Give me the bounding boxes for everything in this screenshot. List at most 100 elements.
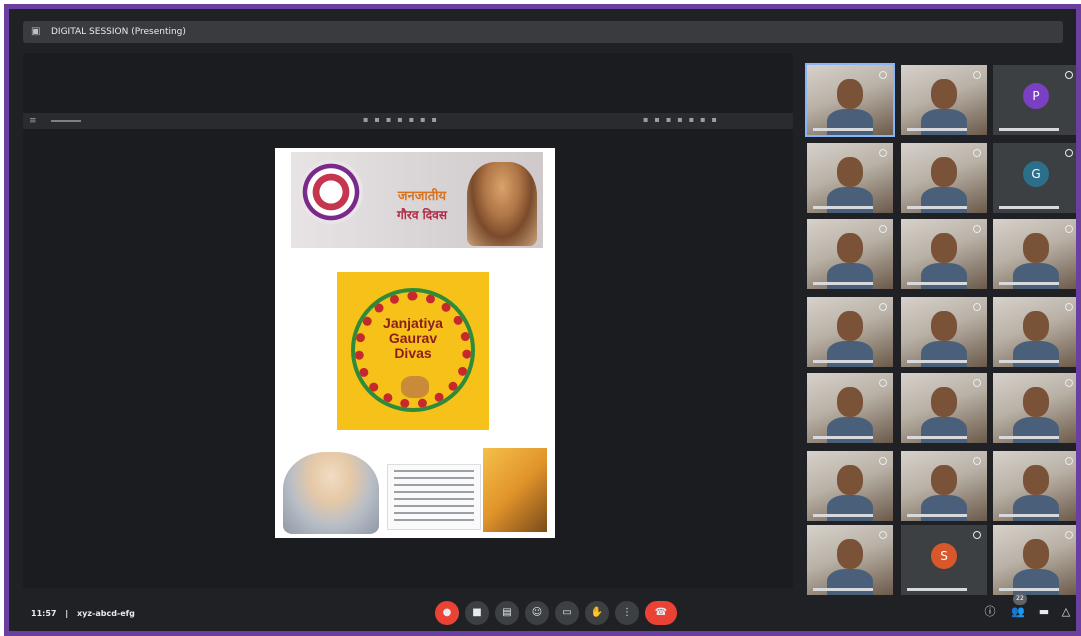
participant-video [1023,465,1049,495]
meeting-window: ▣ DIGITAL SESSION (Presenting) ≡ ▪▪▪▪▪▪▪… [4,4,1081,636]
mic-status-icon [879,379,887,387]
participant-tile[interactable] [807,451,893,521]
poster-line2: Gaurav [388,330,438,346]
participant-tile[interactable] [807,143,893,213]
participant-video [837,465,863,495]
emoji-icon[interactable]: ☺ [525,601,549,625]
participant-name [813,436,873,439]
meeting-details[interactable]: 11:57 | xyz-abcd-efg [31,609,135,618]
participant-tile[interactable] [901,297,987,367]
participant-tile[interactable] [993,219,1076,289]
banner-text: जनजातीय गौरव दिवस [379,186,465,223]
hand-icon[interactable]: ✋ [585,601,609,625]
present-icon[interactable]: ▭ [555,601,579,625]
viewer-tools[interactable]: ▪▪▪▪▪▪▪ [363,115,443,124]
document-page: जनजातीय गौरव दिवस Janjatiya Gaurav Divas [275,148,555,538]
mic-status-icon [1065,149,1073,157]
activities-icon[interactable]: △ [1057,603,1075,621]
participant-tile[interactable] [901,143,987,213]
participant-body [921,495,967,521]
mic-status-icon [1065,531,1073,539]
more-icon[interactable]: ⋮ [615,601,639,625]
participant-video [931,157,957,187]
banner-image: जनजातीय गौरव दिवस [291,152,543,248]
participant-name [999,514,1059,517]
presenting-title: DIGITAL SESSION (Presenting) [51,27,186,37]
info-icon[interactable]: ⓘ [981,603,999,621]
participant-tile[interactable]: G [993,143,1076,213]
meeting-code: xyz-abcd-efg [76,609,135,618]
participant-name [907,514,967,517]
mic-status-icon [973,303,981,311]
meeting-time: 11:57 [31,609,57,618]
menu-icon[interactable]: ≡ [29,116,37,126]
presentation-stage: ≡ ▪▪▪▪▪▪▪ ▪▪▪▪▪▪▪ जनजातीय गौरव दिवस Janj… [23,53,793,588]
poster-title: Janjatiya Gaurav Divas [337,316,489,361]
participant-tile[interactable] [807,219,893,289]
meeting-controls-bar: 11:57 | xyz-abcd-efg ● ■ ▤ ☺ ▭ ✋ ⋮ ☎ ⓘ 👥… [9,593,1076,631]
mic-status-icon [973,379,981,387]
participant-video [837,233,863,263]
end-call-icon[interactable]: ☎ [645,601,677,625]
mic-status-icon [973,531,981,539]
participant-tile[interactable] [807,525,893,595]
participant-name [907,360,967,363]
mic-status-icon [1065,379,1073,387]
zoom-controls[interactable]: ▪▪▪▪▪▪▪ [643,115,723,124]
participant-tile[interactable]: P [993,65,1076,135]
mic-status-icon [1065,71,1073,79]
captions-icon[interactable]: ▤ [495,601,519,625]
participant-video [1023,539,1049,569]
bottom-images [277,444,553,536]
participant-body [921,187,967,213]
participant-body [921,263,967,289]
poster-line3: Divas [394,345,432,361]
mic-off-icon[interactable]: ● [435,601,459,625]
banner-line1: जनजातीय [397,189,447,204]
participant-body [827,569,873,595]
participant-tile[interactable] [807,373,893,443]
participant-tile[interactable] [901,373,987,443]
participant-tile[interactable] [993,525,1076,595]
mic-status-icon [879,149,887,157]
participant-tile[interactable] [993,373,1076,443]
participant-tile[interactable] [901,219,987,289]
people-icon[interactable]: 👥 [1009,603,1027,621]
participant-tile[interactable]: S [901,525,987,595]
participant-body [827,187,873,213]
participant-tile[interactable] [993,297,1076,367]
participant-tile[interactable] [807,297,893,367]
screen-share-icon: ▣ [31,26,41,37]
participant-body [827,109,873,135]
participant-name [813,360,873,363]
participant-video [1023,387,1049,417]
participant-video [931,465,957,495]
participant-video [931,311,957,341]
chat-icon[interactable]: ▬ [1035,603,1053,621]
mic-status-icon [973,457,981,465]
participant-body [921,109,967,135]
participant-name [813,128,873,131]
participant-video [837,539,863,569]
participant-name [999,436,1059,439]
participant-name [999,588,1059,591]
participant-video [837,387,863,417]
participant-video [931,79,957,109]
participant-body [921,417,967,443]
participant-tile[interactable] [901,451,987,521]
text-card [387,464,481,530]
participant-tile[interactable] [805,63,895,137]
participant-avatar: S [931,543,957,569]
participant-body [827,341,873,367]
participant-tile[interactable] [901,65,987,135]
camera-icon[interactable]: ■ [465,601,489,625]
mic-status-icon [879,225,887,233]
participant-video [931,233,957,263]
participant-tile[interactable] [993,451,1076,521]
mic-status-icon [973,71,981,79]
separator: | [65,609,69,618]
participant-video [837,311,863,341]
participant-body [827,495,873,521]
participant-grid: P G S [803,61,1076,597]
participant-body [827,417,873,443]
